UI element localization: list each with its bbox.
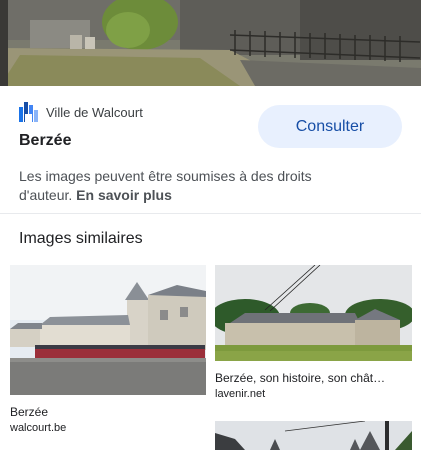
similar-image-card[interactable]: Berzée, son histoire, son chât… lavenir.…	[215, 265, 412, 400]
walcourt-logo-icon	[19, 102, 38, 122]
image-title: Berzée	[19, 132, 72, 149]
hero-image[interactable]	[0, 0, 421, 86]
learn-more-link[interactable]: En savoir plus	[76, 187, 172, 203]
similar-image-card[interactable]: Berzée walcourt.be	[10, 265, 206, 434]
similar-image-thumbnail	[215, 421, 412, 450]
source-row[interactable]: Ville de Walcourt	[19, 102, 143, 122]
similar-image-thumbnail	[215, 265, 412, 361]
hero-photo	[0, 0, 421, 86]
similar-image-domain: walcourt.be	[10, 422, 67, 434]
divider	[0, 213, 421, 214]
copyright-notice: Les images peuvent être soumises à des d…	[19, 167, 359, 205]
similar-image-caption: Berzée	[10, 405, 49, 419]
similar-image-card[interactable]	[215, 421, 412, 450]
similar-images-heading: Images similaires	[19, 230, 143, 247]
similar-image-caption: Berzée, son histoire, son chât…	[215, 371, 386, 385]
consult-button[interactable]: Consulter	[258, 105, 402, 148]
similar-image-thumbnail	[10, 265, 206, 395]
similar-image-domain: lavenir.net	[215, 388, 266, 400]
source-name: Ville de Walcourt	[46, 104, 143, 120]
